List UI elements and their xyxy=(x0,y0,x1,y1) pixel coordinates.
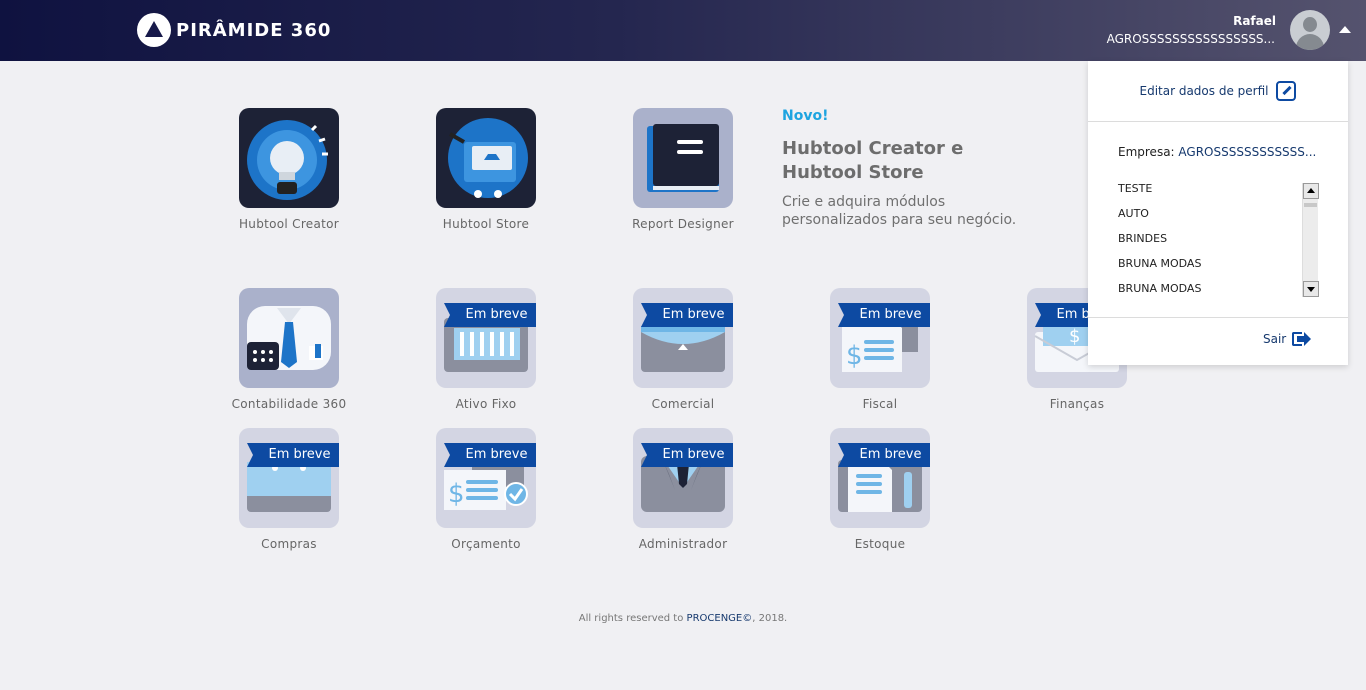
logout-button[interactable]: Sair xyxy=(1263,332,1312,346)
em-breve-ribbon: Em breve xyxy=(444,443,536,467)
briefcase-icon[interactable]: Em breve xyxy=(633,288,733,388)
app-label: Estoque xyxy=(854,537,906,551)
user-name[interactable]: Rafael xyxy=(1233,14,1276,28)
scroll-down-icon[interactable] xyxy=(1303,281,1319,297)
module-administrador[interactable]: Em breve Administrador xyxy=(623,428,743,551)
list-item[interactable]: AUTO xyxy=(1118,207,1318,232)
caret-up-icon[interactable] xyxy=(1339,26,1351,33)
edit-icon xyxy=(1276,81,1297,101)
em-breve-ribbon: Em breve xyxy=(641,443,733,467)
footer-prefix: All rights reserved to xyxy=(578,613,684,624)
app-label: Orçamento xyxy=(451,537,521,551)
footer: All rights reserved to PROCENGE©, 2018. xyxy=(0,613,1366,624)
svg-text:$: $ xyxy=(448,479,465,509)
logout-icon xyxy=(1292,332,1312,346)
module-comercial[interactable]: Em breve Comercial xyxy=(623,288,743,411)
module-compras[interactable]: Em breve Compras xyxy=(229,428,349,551)
app-label: Contabilidade 360 xyxy=(231,397,347,411)
promo-panel: Novo! Hubtool Creator e Hubtool Store Cr… xyxy=(782,108,1042,229)
edit-profile-label: Editar dados de perfil xyxy=(1139,84,1269,98)
footer-brand[interactable]: PROCENGE© xyxy=(687,613,753,624)
tax-document-icon[interactable]: $ Em breve xyxy=(830,288,930,388)
company-list[interactable]: TESTE AUTO BRINDES BRUNA MODAS BRUNA MOD… xyxy=(1118,182,1318,298)
app-label: Fiscal xyxy=(862,397,898,411)
pyramid-logo-icon xyxy=(137,13,171,47)
app-label: Ativo Fixo xyxy=(455,397,517,411)
lightbulb-icon[interactable] xyxy=(239,108,339,208)
app-label: Hubtool Store xyxy=(442,217,530,231)
app-label: Report Designer xyxy=(632,217,734,231)
scroll-up-icon[interactable] xyxy=(1303,183,1319,199)
company-list-scrollbar[interactable] xyxy=(1302,183,1319,297)
svg-text:$: $ xyxy=(846,341,863,371)
app-label: Compras xyxy=(261,537,317,551)
avatar[interactable] xyxy=(1290,10,1330,50)
app-hubtool-creator[interactable]: Hubtool Creator xyxy=(229,108,349,231)
footer-suffix: , 2018. xyxy=(752,613,788,624)
divider xyxy=(1088,317,1348,318)
list-item[interactable]: TESTE xyxy=(1118,182,1318,207)
em-breve-ribbon: Em breve xyxy=(838,443,930,467)
module-estoque[interactable]: Em breve Estoque xyxy=(820,428,940,551)
module-orcamento[interactable]: $ Em breve Orçamento xyxy=(426,428,546,551)
top-bar: PIRÂMIDE 360 Rafael AGROSSSSSSSSSSSSSSSS… xyxy=(0,0,1366,61)
em-breve-ribbon: Em breve xyxy=(444,303,536,327)
app-hubtool-store[interactable]: Hubtool Store xyxy=(426,108,546,231)
logo[interactable]: PIRÂMIDE 360 xyxy=(137,13,331,47)
fixed-asset-icon[interactable]: Em breve xyxy=(436,288,536,388)
app-report-designer[interactable]: Report Designer xyxy=(623,108,743,231)
user-company[interactable]: AGROSSSSSSSSSSSSSSSS... xyxy=(1107,32,1275,46)
app-label: Comercial xyxy=(651,397,715,411)
logout-label: Sair xyxy=(1263,332,1287,346)
app-label: Finanças xyxy=(1049,397,1105,411)
accountant-icon[interactable] xyxy=(239,288,339,388)
admin-suit-icon[interactable]: Em breve xyxy=(633,428,733,528)
scroll-thumb[interactable] xyxy=(1304,203,1317,207)
purchase-icon[interactable]: Em breve xyxy=(239,428,339,528)
module-ativo-fixo[interactable]: Em breve Ativo Fixo xyxy=(426,288,546,411)
budget-icon[interactable]: $ Em breve xyxy=(436,428,536,528)
list-item[interactable]: BRUNA MODAS xyxy=(1118,257,1318,282)
module-fiscal[interactable]: $ Em breve Fiscal xyxy=(820,288,940,411)
company-label: Empresa: xyxy=(1118,145,1175,159)
logo-text: PIRÂMIDE 360 xyxy=(176,19,332,41)
module-contabilidade[interactable]: Contabilidade 360 xyxy=(229,288,349,411)
app-label: Administrador xyxy=(638,537,728,551)
store-cart-icon[interactable] xyxy=(436,108,536,208)
company-row: Empresa: AGROSSSSSSSSSSSS... xyxy=(1118,145,1316,159)
list-item[interactable]: BRUNA MODAS xyxy=(1118,282,1318,307)
app-label: Hubtool Creator xyxy=(238,217,340,231)
inventory-icon[interactable]: Em breve xyxy=(830,428,930,528)
list-item[interactable]: BRINDES xyxy=(1118,232,1318,257)
em-breve-ribbon: Em breve xyxy=(641,303,733,327)
promo-description: Crie e adquira módulos personalizados pa… xyxy=(782,194,1017,228)
edit-profile-link[interactable]: Editar dados de perfil xyxy=(1088,61,1348,122)
svg-text:$: $ xyxy=(1069,326,1080,347)
promo-badge: Novo! xyxy=(782,108,829,124)
company-value: AGROSSSSSSSSSSSS... xyxy=(1178,145,1317,159)
promo-title: Hubtool Creator e Hubtool Store xyxy=(782,138,964,183)
book-icon[interactable] xyxy=(633,108,733,208)
em-breve-ribbon: Em breve xyxy=(838,303,930,327)
em-breve-ribbon: Em breve xyxy=(247,443,339,467)
